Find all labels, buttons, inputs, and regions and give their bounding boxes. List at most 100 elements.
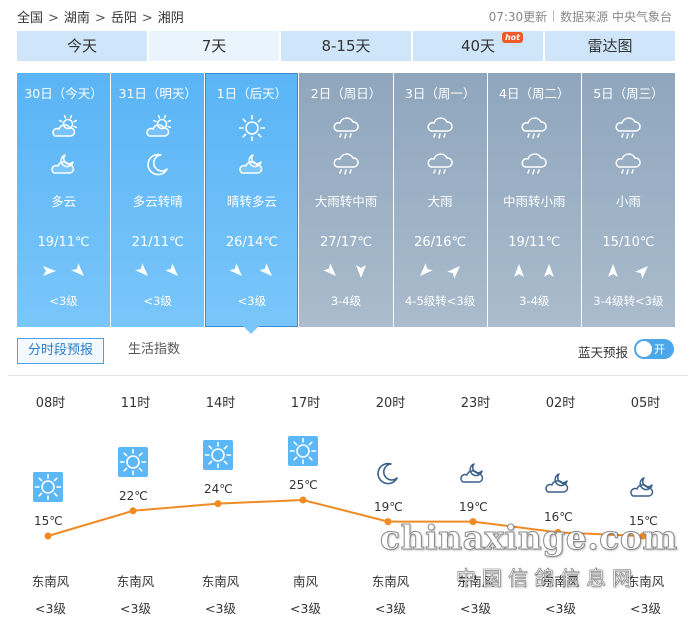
- day-temperature: 27/17℃: [319, 235, 373, 250]
- wind-direction: [582, 263, 675, 281]
- sun-icon: [203, 439, 233, 470]
- partly-cloudy-night-icon: [458, 458, 488, 488]
- partly-cloudy-day-icon: [49, 113, 79, 141]
- sun-icon: [33, 472, 63, 502]
- tab-hourly-forecast[interactable]: 分时段预报: [17, 338, 105, 364]
- day-date: 4日（周二）: [499, 86, 570, 101]
- hour-wind-direction: 南风: [292, 574, 318, 589]
- day-card[interactable]: 1日（后天） 晴转多云 26/14℃ <3级: [205, 73, 299, 327]
- hour-wind-direction: 东南风: [31, 574, 70, 589]
- wind-level: <3级: [237, 294, 267, 308]
- day-temperature: 21/11℃: [131, 235, 184, 250]
- tab-label: 雷达图: [587, 37, 633, 55]
- day-weather-desc: 大雨: [427, 194, 453, 209]
- blue-sky-label: 蓝天预报: [577, 345, 628, 360]
- day-card[interactable]: 31日（明天） 多云转晴 21/11℃ <3级: [111, 73, 205, 327]
- wind-direction: [394, 263, 487, 281]
- day-weather-desc: 大雨转中雨: [314, 194, 378, 209]
- wind-arrow-icon: [229, 263, 245, 279]
- breadcrumb-item[interactable]: 湖南: [64, 7, 90, 26]
- wind-arrow-icon: [447, 263, 463, 279]
- day-temperature: 19/11℃: [508, 235, 561, 250]
- tab-7days[interactable]: 7天: [149, 31, 281, 61]
- hour-wind-direction: 东南风: [456, 574, 495, 589]
- wind-level: <3级: [49, 294, 78, 308]
- toggle-label: 开: [654, 343, 665, 356]
- day-temperature: 26/14℃: [225, 235, 278, 250]
- sub-tabs: 分时段预报 生活指数: [17, 338, 190, 364]
- wind-level: <3级: [143, 294, 172, 308]
- day-card[interactable]: 30日（今天） 多云 19/11℃ <3级: [17, 73, 111, 327]
- wind-direction: [17, 263, 110, 281]
- divider: [553, 10, 555, 22]
- hour-wind-level: <3级: [120, 601, 151, 616]
- breadcrumb-item[interactable]: 岳阳: [111, 7, 137, 26]
- day-weather-desc: 小雨: [615, 194, 641, 209]
- hour-temperature: 22℃: [119, 488, 148, 503]
- rain-icon: [331, 113, 361, 141]
- moon-icon: [143, 149, 173, 177]
- hour-time: 23时: [460, 396, 491, 411]
- wind-arrow-icon: [635, 263, 651, 279]
- hour-time: 02时: [545, 396, 576, 411]
- day-card[interactable]: 2日（周日） 大雨转中雨 27/17℃ 3-4级: [299, 73, 393, 327]
- hourly-column: 11时 东南风 <3级: [93, 376, 178, 639]
- hour-time: 20时: [375, 396, 406, 411]
- wind-arrow-icon: [511, 263, 527, 279]
- hour-wind-level: <3级: [205, 601, 236, 616]
- tab-label: 40天: [460, 37, 496, 55]
- wind-level: 3-4级转<3级: [593, 294, 664, 308]
- forecast-tabs: 今天 7天 8-15天 40天 hot 雷达图: [17, 31, 675, 61]
- partly-cloudy-night-icon: [628, 472, 658, 502]
- hour-time: 05时: [630, 396, 661, 411]
- hourly-column: 08时东南风 <3级: [8, 376, 93, 639]
- hour-temperature: 19℃: [374, 499, 403, 514]
- rain-icon: [331, 149, 361, 177]
- wind-direction: [488, 263, 581, 281]
- data-source: 数据来源 中央气象台: [560, 10, 672, 24]
- rain-icon: [519, 149, 549, 177]
- wind-direction: [205, 263, 298, 281]
- hour-wind-level: <3级: [290, 601, 321, 616]
- hour-wind-level: <3级: [375, 601, 406, 616]
- hour-wind-level: <3级: [630, 601, 661, 616]
- sun-icon: [288, 436, 318, 466]
- wind-level: 3-4级: [519, 294, 550, 308]
- breadcrumb-item-current: 湘阴: [157, 11, 184, 26]
- wind-level: 4-5级转<3级: [405, 294, 476, 308]
- hour-wind-level: <3级: [545, 601, 576, 616]
- hour-wind-level: <3级: [35, 601, 66, 616]
- breadcrumb: 全国 > 湖南 > 岳阳 > 湘阴: [17, 7, 184, 26]
- tab-label: 8-15天: [321, 37, 371, 55]
- day-weather-desc: 多云: [51, 194, 77, 209]
- day-card[interactable]: 4日（周二） 中雨转小雨 19/11℃ 3-4级: [487, 73, 581, 327]
- day-card[interactable]: 3日（周一） 大雨 26/16℃ 4-5级转<3级: [393, 73, 487, 327]
- day-weather-desc: 晴转多云: [226, 194, 277, 209]
- day-weather-desc: 中雨转小雨: [503, 194, 566, 209]
- tab-radar[interactable]: 雷达图: [545, 31, 675, 61]
- blue-sky-toggle[interactable]: 开: [634, 339, 674, 359]
- hour-wind-level: <3级: [460, 601, 491, 616]
- tab-8-15days[interactable]: 8-15天: [281, 31, 413, 61]
- day-card[interactable]: 5日（周三） 小雨 15/10℃ 3-4级转<3级: [581, 73, 675, 327]
- hour-temperature: 16℃: [544, 510, 573, 525]
- hour-temperature: 19℃: [459, 499, 488, 514]
- tab-life-index[interactable]: 生活指数: [118, 338, 190, 364]
- rain-icon: [613, 149, 643, 177]
- hour-time: 14时: [205, 396, 236, 411]
- breadcrumb-separator: >: [141, 11, 153, 26]
- partly-cloudy-night-icon: [49, 149, 79, 177]
- tab-40days[interactable]: 40天 hot: [413, 31, 545, 61]
- hour-time: 08时: [35, 396, 66, 411]
- tab-today[interactable]: 今天: [17, 31, 149, 61]
- wind-arrow-icon: [323, 263, 339, 279]
- wind-direction: [299, 263, 392, 281]
- tab-label: 今天: [66, 37, 97, 55]
- breadcrumb-item[interactable]: 全国: [17, 7, 43, 26]
- day-date: 3日（周一）: [404, 86, 476, 101]
- sun-icon: [237, 113, 267, 142]
- hour-wind-direction: 东南风: [626, 574, 665, 589]
- moon-icon: [373, 458, 403, 488]
- day-weather-desc: 多云转晴: [132, 194, 183, 209]
- hour-wind-direction: 东南风: [541, 574, 580, 589]
